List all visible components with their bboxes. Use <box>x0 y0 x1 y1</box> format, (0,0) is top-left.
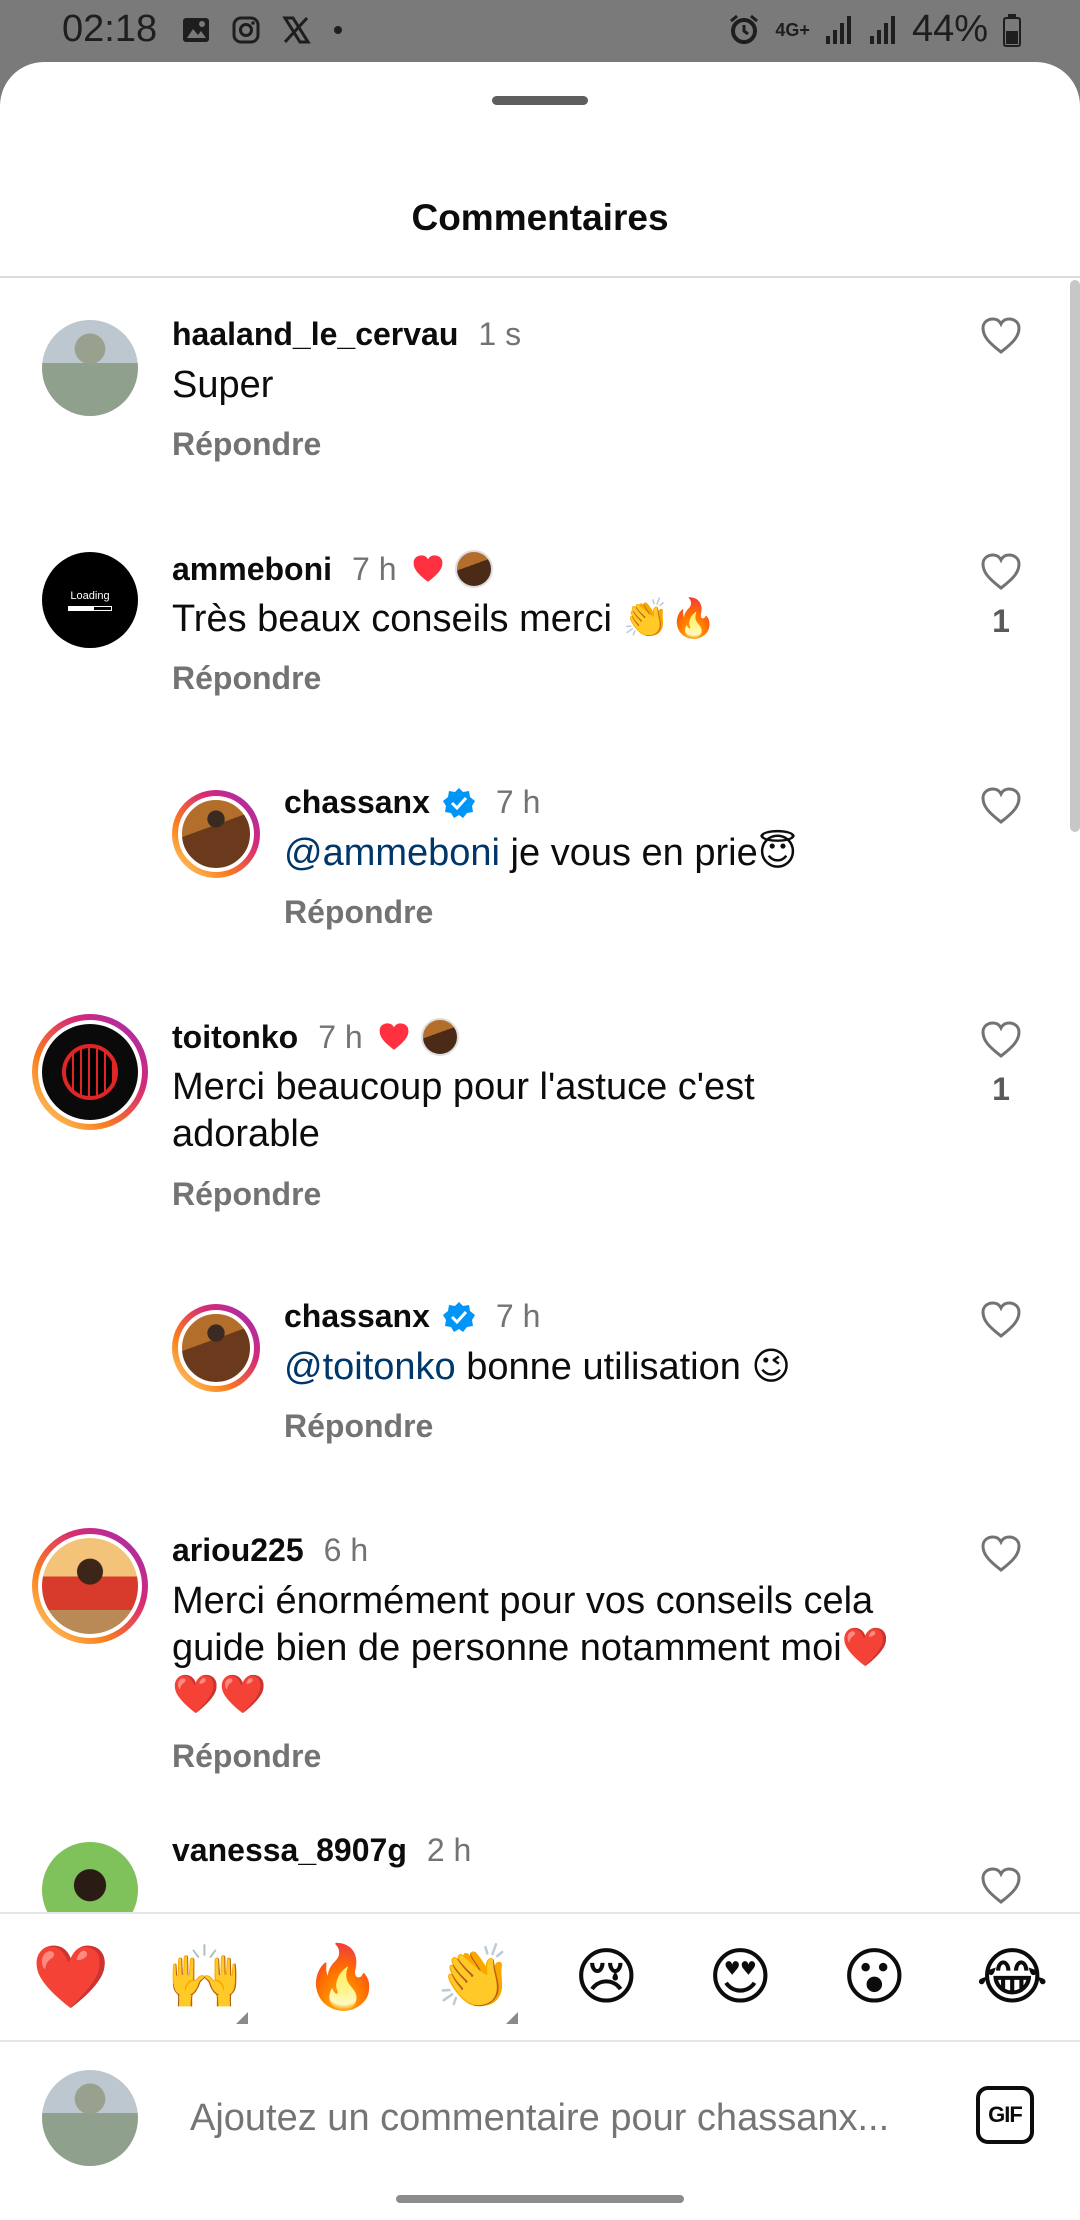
comment-text: Super <box>172 364 274 406</box>
reply-item: chassanx 7 h @ammeboni je vous en prie😇 … <box>0 676 1080 930</box>
4g-icon: 4G+ <box>775 19 810 40</box>
system-icons: 4G+ 44% <box>727 8 1022 51</box>
skin-tone-indicator-icon <box>506 2012 518 2024</box>
verified-badge-icon <box>442 1300 476 1334</box>
heart-outline-icon <box>981 787 1021 824</box>
heart-outline-icon <box>981 1301 1021 1338</box>
reaction-heart[interactable]: ❤️ <box>32 1942 109 2012</box>
comment-text: Merci énormément pour vos conseils cela … <box>172 1580 889 1716</box>
like-button[interactable]: 1 <box>976 1020 1026 1108</box>
like-button[interactable] <box>976 786 1026 831</box>
avatar[interactable] <box>172 1304 260 1392</box>
creator-avatar <box>454 550 493 588</box>
avatar[interactable]: Loading <box>42 552 138 648</box>
heart-outline-icon <box>981 317 1021 354</box>
comment-time: 7 h <box>352 550 397 587</box>
skin-tone-indicator-icon <box>236 2012 248 2024</box>
gallery-icon <box>183 18 209 42</box>
comment-text: @toitonko bonne utilisation 😉 <box>284 1344 964 1391</box>
reaction-heart-eyes[interactable]: 😍 <box>708 1942 773 2012</box>
current-user-avatar <box>42 2070 138 2166</box>
comment-time: 6 h <box>323 1532 369 1568</box>
comment-item: ariou225 6 h Merci énormément pour vos c… <box>0 1424 1080 1774</box>
creator-liked-heart-icon <box>377 1021 411 1053</box>
reaction-laughing[interactable]: 😂 <box>976 1942 1048 2012</box>
comment-username[interactable]: haaland_le_cervau <box>172 316 458 353</box>
signal-icon <box>825 15 851 44</box>
mention-link[interactable]: @toitonko <box>284 1346 456 1388</box>
like-count: 1 <box>992 603 1010 639</box>
reaction-crying[interactable]: 😢 <box>574 1942 639 2012</box>
comment-time: 2 h <box>426 1832 472 1868</box>
like-button[interactable] <box>976 1534 1026 1579</box>
reply-item: chassanx 7 h @toitonko bonne utilisation… <box>0 1190 1080 1444</box>
comment-username[interactable]: chassanx <box>284 784 430 821</box>
comment-username[interactable]: ariou225 <box>172 1532 304 1569</box>
home-indicator[interactable] <box>396 2195 684 2203</box>
quick-reaction-bar: ❤️ 🙌 🔥 👏 😢 😍 😮 😂 <box>0 1912 1080 2042</box>
comment-username[interactable]: chassanx <box>284 1298 430 1335</box>
avatar[interactable] <box>32 1528 148 1644</box>
gif-button[interactable]: GIF <box>976 2086 1034 2144</box>
heart-outline-icon <box>981 553 1021 590</box>
x-icon <box>282 16 311 44</box>
comment-text: @ammeboni je vous en prie😇 <box>284 830 964 877</box>
drag-handle[interactable] <box>492 96 588 105</box>
signal-icon <box>869 15 895 44</box>
notification-icons <box>180 14 346 46</box>
comment-time: 7 h <box>495 1298 541 1334</box>
like-button[interactable] <box>976 1300 1026 1345</box>
reaction-fire[interactable]: 🔥 <box>304 1942 381 2012</box>
comment-text: Très beaux conseils merci 👏🔥 <box>172 598 718 640</box>
comment-list[interactable]: haaland_le_cervau 1 s Super Répondre Loa… <box>0 278 1080 1974</box>
dot-icon <box>334 26 342 34</box>
like-button[interactable] <box>976 1866 1026 1911</box>
avatar[interactable] <box>172 790 260 878</box>
scrollbar[interactable] <box>1070 280 1080 832</box>
like-button[interactable] <box>976 316 1026 361</box>
comment-text: Merci beaucoup pour l'astuce c'est adora… <box>172 1066 755 1155</box>
like-count: 1 <box>992 1071 1010 1107</box>
reaction-surprised[interactable]: 😮 <box>842 1942 907 2012</box>
reaction-clapping[interactable]: 👏 <box>436 1942 513 2012</box>
battery-icon <box>1003 13 1021 47</box>
comment-item: toitonko 7 h Merci beaucoup pour l'astuc… <box>0 910 1080 1212</box>
comment-time: 7 h <box>318 1018 363 1055</box>
comment-username[interactable]: ammeboni <box>172 551 332 588</box>
reaction-raising-hands[interactable]: 🙌 <box>166 1942 243 2012</box>
comment-username[interactable]: toitonko <box>172 1019 298 1056</box>
heart-outline-icon <box>981 1867 1021 1904</box>
battery-percent: 44% <box>911 8 988 50</box>
comment-body: je vous en prie😇 <box>500 832 798 874</box>
comments-sheet: Commentaires haaland_le_cervau 1 s Super… <box>0 62 1080 2220</box>
verified-badge-icon <box>442 786 476 820</box>
creator-avatar <box>420 1018 459 1056</box>
comment-composer: GIF <box>0 2042 1080 2192</box>
comment-time: 7 h <box>495 784 541 820</box>
status-time: 02:18 <box>62 8 158 50</box>
heart-outline-icon <box>981 1021 1021 1058</box>
alarm-icon <box>730 14 759 44</box>
comment-body: bonne utilisation 😉 <box>455 1346 792 1388</box>
sheet-title: Commentaires <box>411 197 669 238</box>
instagram-icon <box>232 16 260 44</box>
creator-liked-heart-icon <box>411 553 445 585</box>
mention-link[interactable]: @ammeboni <box>284 832 500 874</box>
avatar[interactable] <box>32 1014 148 1130</box>
comment-username[interactable]: vanessa_8907g <box>172 1832 407 1869</box>
avatar[interactable] <box>42 320 138 416</box>
comment-item: Loading ammeboni 7 h Très beaux conseils… <box>0 442 1080 696</box>
status-bar: 02:18 4G+ 44% <box>0 0 1080 64</box>
like-button[interactable]: 1 <box>976 552 1026 640</box>
comment-time: 1 s <box>478 316 522 352</box>
comment-input[interactable] <box>190 2090 950 2146</box>
heart-outline-icon <box>981 1535 1021 1572</box>
